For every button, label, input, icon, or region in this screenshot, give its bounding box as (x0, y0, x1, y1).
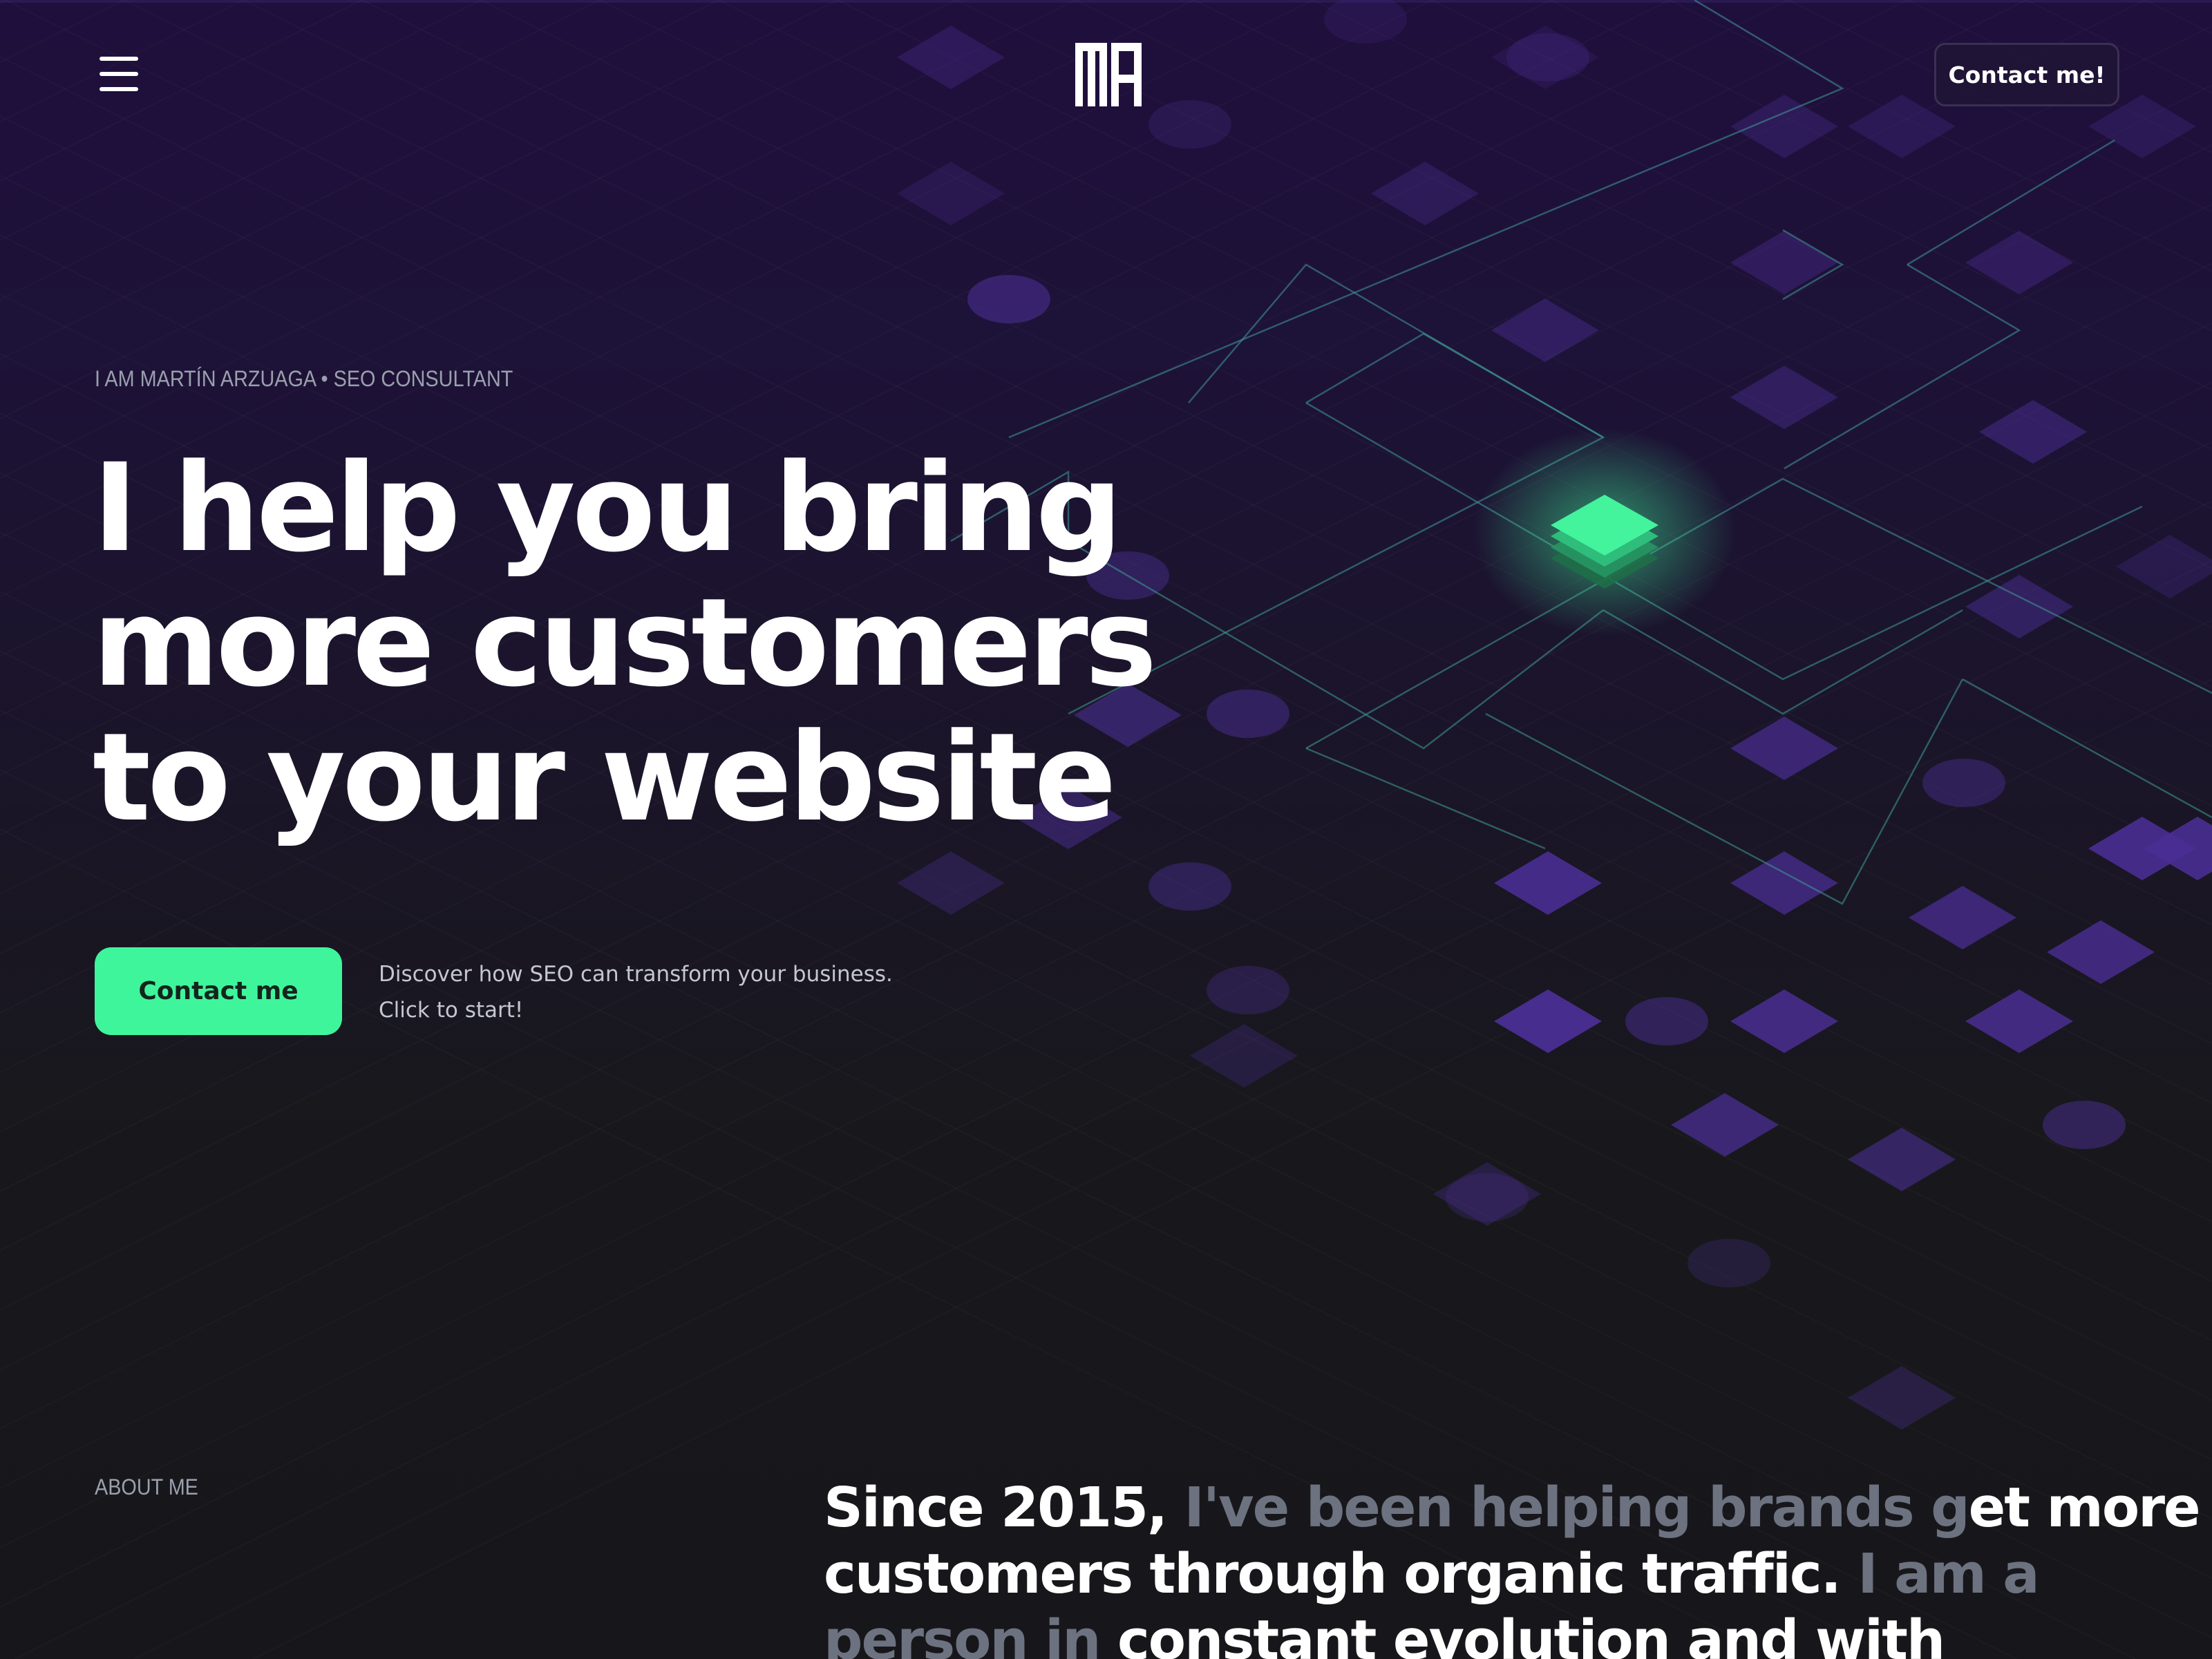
tile-shape (2047, 920, 2155, 984)
tile-shape (1190, 1024, 1298, 1088)
tile-shape (1730, 851, 1838, 915)
cta-description-line: Discover how SEO can transform your busi… (379, 962, 893, 987)
tile-shape (1688, 1239, 1770, 1287)
tile-shape (1730, 366, 1838, 429)
logo-icon[interactable] (1075, 43, 1142, 106)
circuit-line (1962, 678, 2212, 819)
hero-eyebrow: I AM MARTÍN ARZUAGA • SEO CONSULTANT (95, 366, 513, 391)
tile-shape (1909, 886, 2016, 949)
about-statement-line: customers through organic traffic. I am … (824, 1541, 2178, 1607)
tile-shape (1730, 95, 1838, 158)
tile-shape (1491, 298, 1599, 362)
tile-shape (1506, 33, 1589, 82)
tile-shape (1730, 989, 1838, 1053)
tile-shape (1671, 1093, 1779, 1157)
tile-shape (967, 275, 1050, 323)
tile-shape (1965, 989, 2073, 1053)
tile-shape (1625, 997, 1708, 1045)
contact-me-header-button[interactable]: Contact me! (1934, 43, 2119, 106)
tile-shape (1965, 231, 2073, 294)
tile-shape (1848, 1366, 1956, 1430)
tile-shape (1730, 717, 1838, 780)
about-text-muted: I've been helping brands g (1184, 1476, 1970, 1539)
hero-title-line: more customers (93, 572, 1157, 714)
about-section-label: ABOUT ME (95, 1475, 198, 1499)
contact-me-button[interactable]: Contact me (95, 947, 342, 1035)
page: Contact me! I AM MARTÍN ARZUAGA • SEO CO… (0, 0, 2212, 1659)
about-text-highlight: Since 2015, (824, 1476, 1184, 1539)
cta-description-line: Click to start! (379, 998, 524, 1023)
about-statement-line: person in constant evolution and with (824, 1607, 2178, 1659)
about-text-highlight: constant evolution and with (1117, 1609, 1945, 1659)
tile-shape (1207, 690, 1289, 738)
tile-shape (897, 851, 1005, 915)
circuit-line (1784, 263, 2021, 470)
tile-shape (1494, 851, 1602, 915)
tile-shape (1922, 759, 2005, 807)
about-text-highlight: customers through organic traffic. (824, 1542, 1858, 1606)
tile-shape (1730, 231, 1838, 294)
hero-title-line: I help you bring (93, 437, 1123, 579)
hamburger-menu-icon[interactable] (94, 54, 144, 94)
circuit-line (1305, 747, 1546, 850)
tile-shape (897, 26, 1005, 89)
tile-shape (2043, 1101, 2126, 1149)
about-text-muted: I am a (1857, 1542, 2039, 1606)
hero-title-line: to your website (93, 707, 1117, 849)
about-text-muted: person in (824, 1609, 1117, 1659)
about-text-highlight: et more (1968, 1476, 2201, 1539)
tile-shape (1148, 862, 1231, 911)
cta-description: Discover how SEO can transform your busi… (379, 956, 893, 1028)
tile-shape (1207, 966, 1289, 1014)
tile-shape (1446, 1173, 1529, 1222)
glowing-chip-icon (1473, 428, 1736, 636)
tile-shape (1848, 1128, 1956, 1191)
about-statement: Since 2015, I've been helping brands get… (824, 1475, 2201, 1659)
tile-shape (1979, 400, 2087, 464)
about-statement-line: Since 2015, I've been helping brands get… (824, 1475, 2201, 1541)
tile-shape (1148, 100, 1231, 149)
tile-shape (1324, 0, 1407, 44)
tile-shape (1494, 989, 1602, 1053)
tile-shape (2116, 535, 2212, 598)
hero-title: I help you bring more customers to your … (93, 441, 1171, 845)
